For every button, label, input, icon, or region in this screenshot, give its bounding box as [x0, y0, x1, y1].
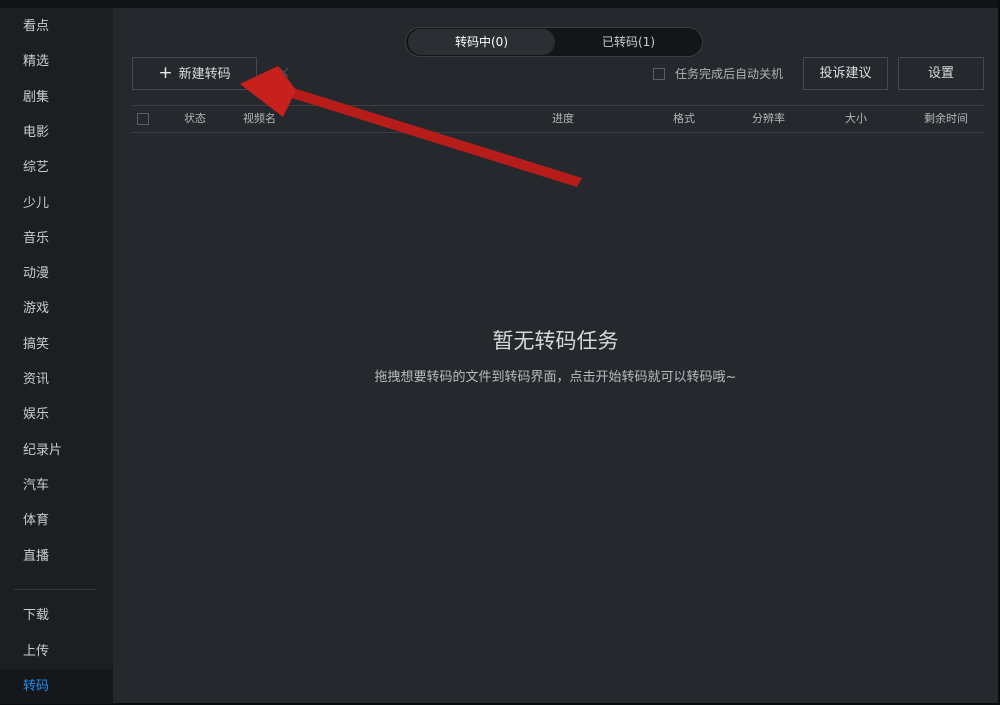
sidebar-item-zixun[interactable]: 资讯 [0, 362, 113, 397]
table-header: 状态 视频名 进度 格式 分辨率 大小 剩余时间 [132, 105, 984, 133]
column-progress[interactable]: 进度 [552, 106, 574, 132]
sidebar-item-shaoer[interactable]: 少儿 [0, 186, 113, 221]
column-remaining-time[interactable]: 剩余时间 [924, 106, 968, 132]
auto-shutdown-label: 任务完成后自动关机 [675, 67, 784, 81]
auto-shutdown-checkbox[interactable] [653, 68, 665, 80]
sidebar-item-yule[interactable]: 娱乐 [0, 397, 113, 432]
feedback-button[interactable]: 投诉建议 [803, 57, 888, 90]
sidebar-item-jilupian[interactable]: 纪录片 [0, 433, 113, 468]
close-icon[interactable]: × [276, 62, 291, 83]
column-video-name[interactable]: 视频名 [243, 106, 276, 132]
sidebar-item-juji[interactable]: 剧集 [0, 80, 113, 115]
select-all-checkbox[interactable] [137, 113, 149, 125]
column-status[interactable]: 状态 [184, 106, 206, 132]
transcode-window: 看点 精选 剧集 电影 综艺 少儿 音乐 动漫 游戏 搞笑 资讯 娱乐 纪录片 汽车 体育 直播 下载 上传 转码 … [0, 0, 998, 704]
sidebar-item-dianying[interactable]: 电影 [0, 115, 113, 150]
plus-icon: + [158, 63, 173, 83]
column-resolution[interactable]: 分辨率 [752, 106, 785, 132]
auto-shutdown-option[interactable]: 任务完成后自动关机 [653, 66, 783, 82]
sidebar-item-youxi[interactable]: 游戏 [0, 291, 113, 326]
sidebar-item-kandian[interactable]: 看点 [0, 9, 113, 44]
column-size[interactable]: 大小 [845, 106, 867, 132]
tab-transcoding[interactable]: 转码中(0) [408, 29, 555, 55]
new-transcode-label: 新建转码 [178, 67, 231, 82]
column-format[interactable]: 格式 [673, 106, 695, 132]
title-bar [0, 0, 998, 8]
sidebar-item-qiche[interactable]: 汽车 [0, 468, 113, 503]
sidebar-item-transcode[interactable]: 转码 [0, 669, 113, 704]
empty-state-subtitle: 拖拽想要转码的文件到转码界面，点击开始转码就可以转码哦~ [374, 370, 737, 385]
sidebar-item-zhibo[interactable]: 直播 [0, 539, 113, 574]
settings-button[interactable]: 设置 [898, 57, 984, 90]
sidebar-item-download[interactable]: 下载 [0, 598, 113, 633]
sidebar: 看点 精选 剧集 电影 综艺 少儿 音乐 动漫 游戏 搞笑 资讯 娱乐 纪录片 汽车 体育 直播下载 上传 转码 [0, 8, 113, 704]
sidebar-divider [14, 589, 96, 590]
sidebar-item-zongyi[interactable]: 综艺 [0, 150, 113, 185]
tab-transcoded[interactable]: 已转码(1) [556, 29, 701, 55]
sidebar-item-dongman[interactable]: 动漫 [0, 256, 113, 291]
empty-state-title: 暂无转码任务 [492, 329, 619, 353]
sidebar-item-yinyue[interactable]: 音乐 [0, 221, 113, 256]
sidebar-item-upload[interactable]: 上传 [0, 634, 113, 669]
transcode-tabs: 转码中(0) 已转码(1) [405, 27, 703, 57]
sidebar-item-tiyu[interactable]: 体育 [0, 503, 113, 538]
new-transcode-button[interactable]: + 新建转码 [132, 57, 257, 90]
sidebar-item-gaoxiao[interactable]: 搞笑 [0, 327, 113, 362]
sidebar-item-jingxuan[interactable]: 精选 [0, 44, 113, 79]
